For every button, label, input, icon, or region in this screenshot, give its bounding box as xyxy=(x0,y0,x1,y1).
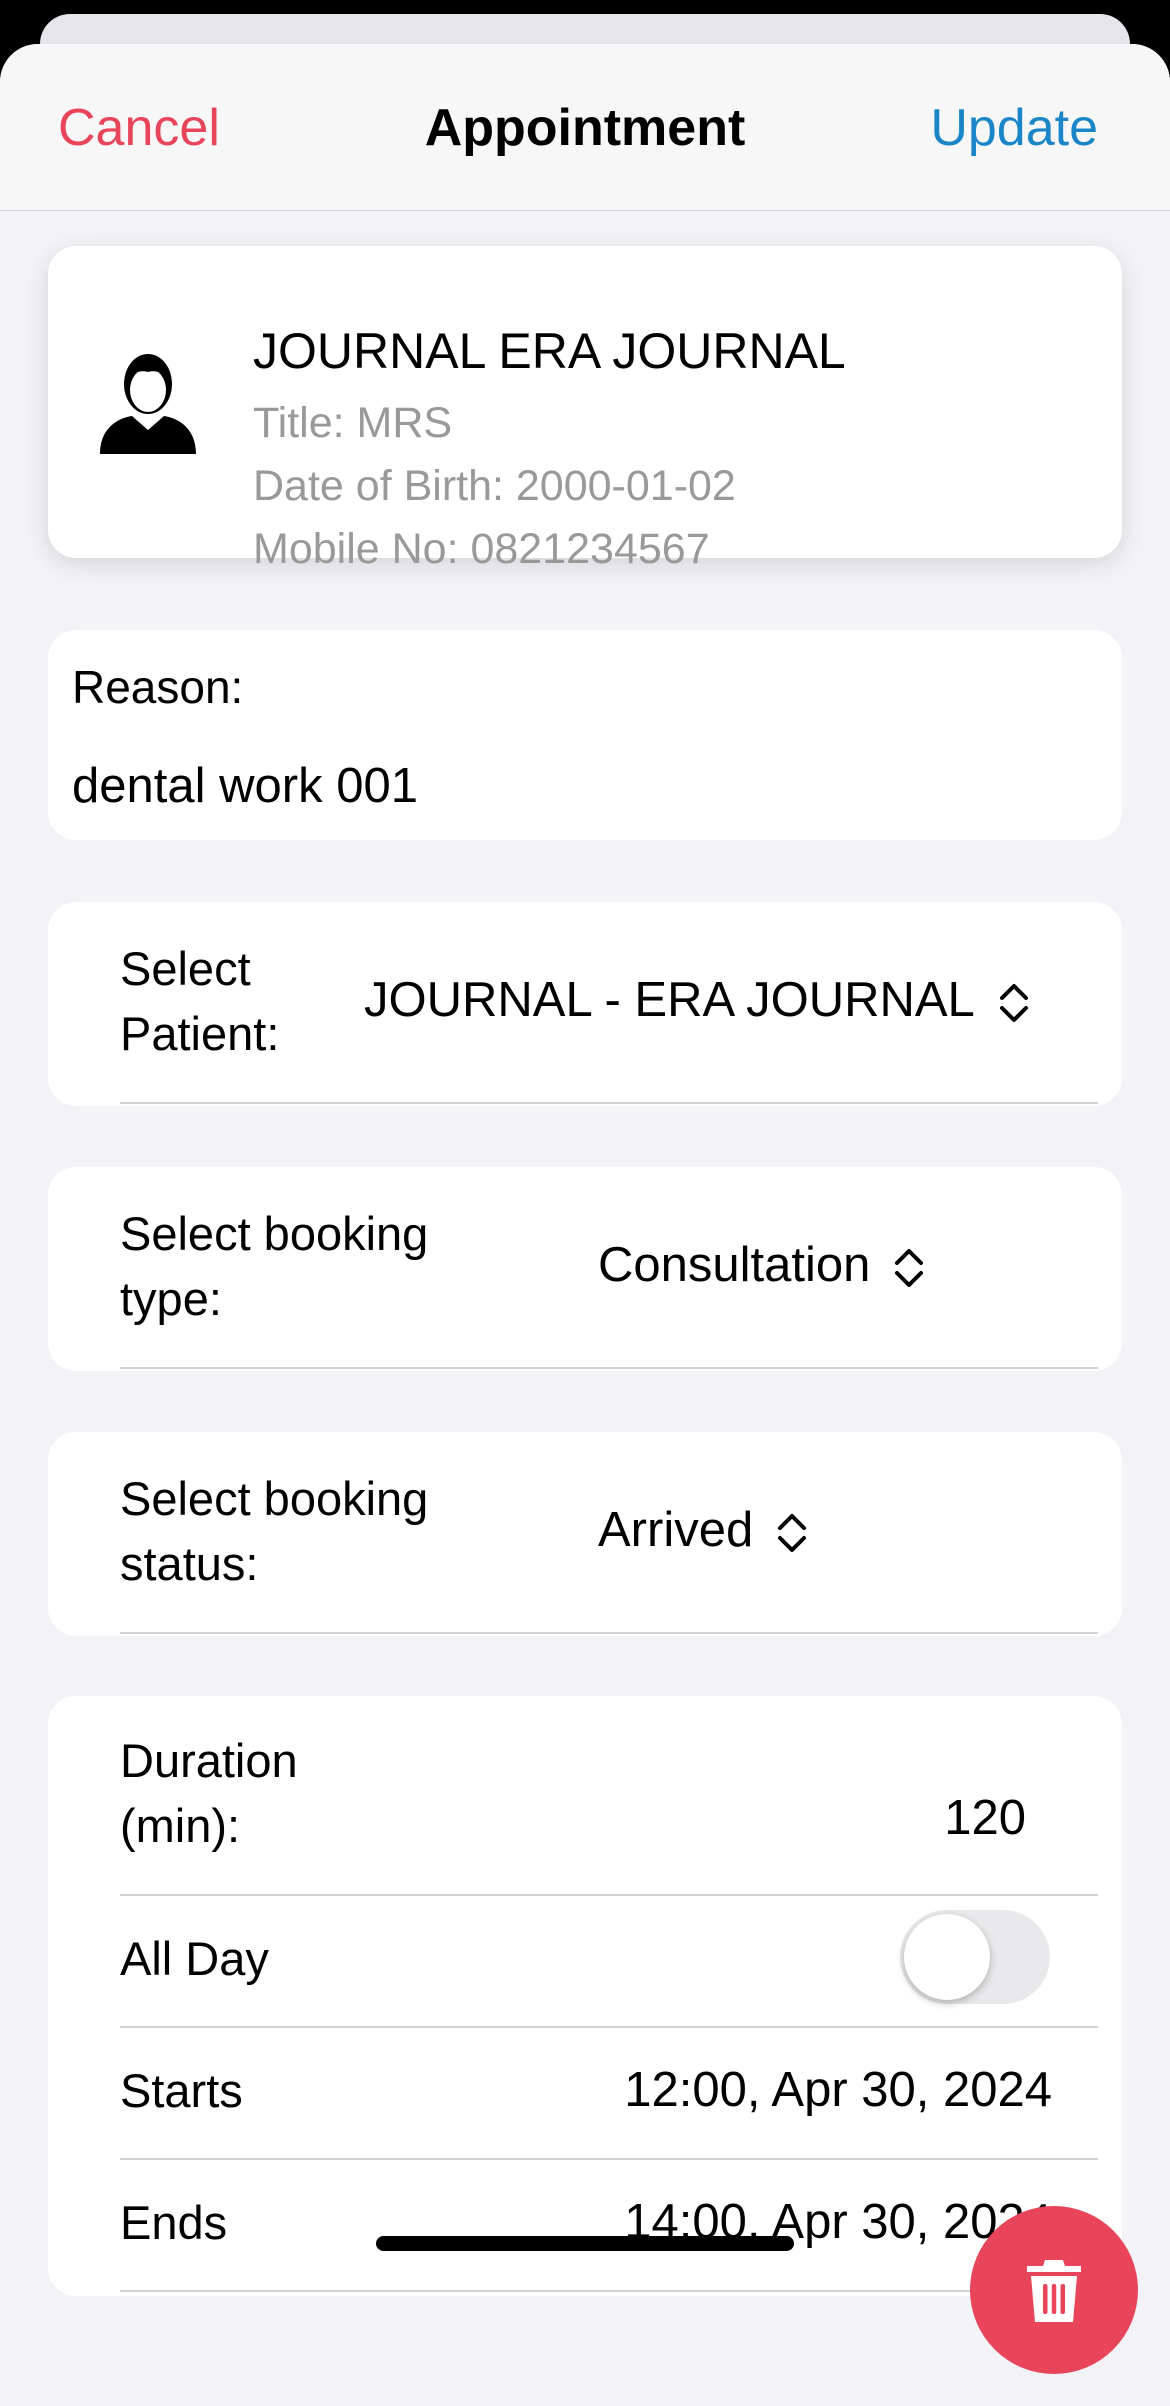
patient-dob: Date of Birth: 2000-01-02 xyxy=(253,462,736,510)
ends-label: Ends xyxy=(120,2196,228,2249)
navigation-bar: Cancel Appointment Update xyxy=(0,44,1170,211)
divider xyxy=(120,1102,1098,1104)
divider xyxy=(120,1632,1098,1634)
starts-datetime[interactable]: 12:00, Apr 30, 2024 xyxy=(624,2062,1052,2118)
chevron-up-down-icon xyxy=(778,1514,807,1553)
person-icon xyxy=(100,354,196,454)
starts-label: Starts xyxy=(120,2064,243,2117)
divider xyxy=(120,1367,1098,1369)
select-patient-card: Select Patient: JOURNAL - ERA JOURNAL xyxy=(48,902,1122,1106)
reason-input[interactable]: dental work 001 xyxy=(72,758,418,814)
reason-card[interactable]: Reason: dental work 001 xyxy=(48,630,1122,840)
duration-input[interactable]: 120 xyxy=(944,1790,1026,1846)
divider xyxy=(120,2158,1098,2160)
patient-summary-card: JOURNAL ERA JOURNAL Title: MRS Date of B… xyxy=(48,246,1122,573)
appointment-sheet: Cancel Appointment Update JOURNAL ERA JO… xyxy=(0,44,1170,2406)
booking-status-card: Select booking status: Arrived xyxy=(48,1432,1122,1636)
patient-title: Title: MRS xyxy=(253,399,453,447)
patient-mobile: Mobile No: 0821234567 xyxy=(253,525,710,573)
all-day-label: All Day xyxy=(120,1932,269,1985)
select-patient-label: Select Patient: xyxy=(120,942,280,1060)
chevron-up-down-icon xyxy=(895,1249,924,1288)
divider xyxy=(120,2290,1098,2292)
duration-label: Duration (min): xyxy=(120,1734,298,1852)
cancel-button[interactable]: Cancel xyxy=(58,98,220,158)
booking-type-label: Select booking type: xyxy=(120,1207,429,1325)
time-settings-card: Duration (min): 120 All Day Starts 12:00… xyxy=(48,1696,1122,2296)
patient-name: JOURNAL ERA JOURNAL xyxy=(253,323,846,379)
booking-status-picker[interactable]: Arrived xyxy=(598,1502,809,1558)
booking-status-label: Select booking status: xyxy=(120,1472,429,1590)
booking-type-card: Select booking type: Consultation xyxy=(48,1167,1122,1371)
chevron-up-down-icon xyxy=(999,984,1028,1023)
delete-button[interactable] xyxy=(970,2206,1138,2374)
toggle-knob xyxy=(904,1914,990,2000)
divider xyxy=(120,1894,1098,1896)
update-button[interactable]: Update xyxy=(930,98,1098,158)
booking-type-picker[interactable]: Consultation xyxy=(598,1237,926,1293)
divider xyxy=(120,2026,1098,2028)
home-indicator xyxy=(376,2236,794,2251)
trash-icon xyxy=(1027,2260,1081,2322)
reason-label: Reason: xyxy=(72,661,244,713)
select-patient-picker[interactable]: JOURNAL - ERA JOURNAL xyxy=(364,972,1031,1028)
all-day-toggle[interactable] xyxy=(900,1910,1050,2004)
